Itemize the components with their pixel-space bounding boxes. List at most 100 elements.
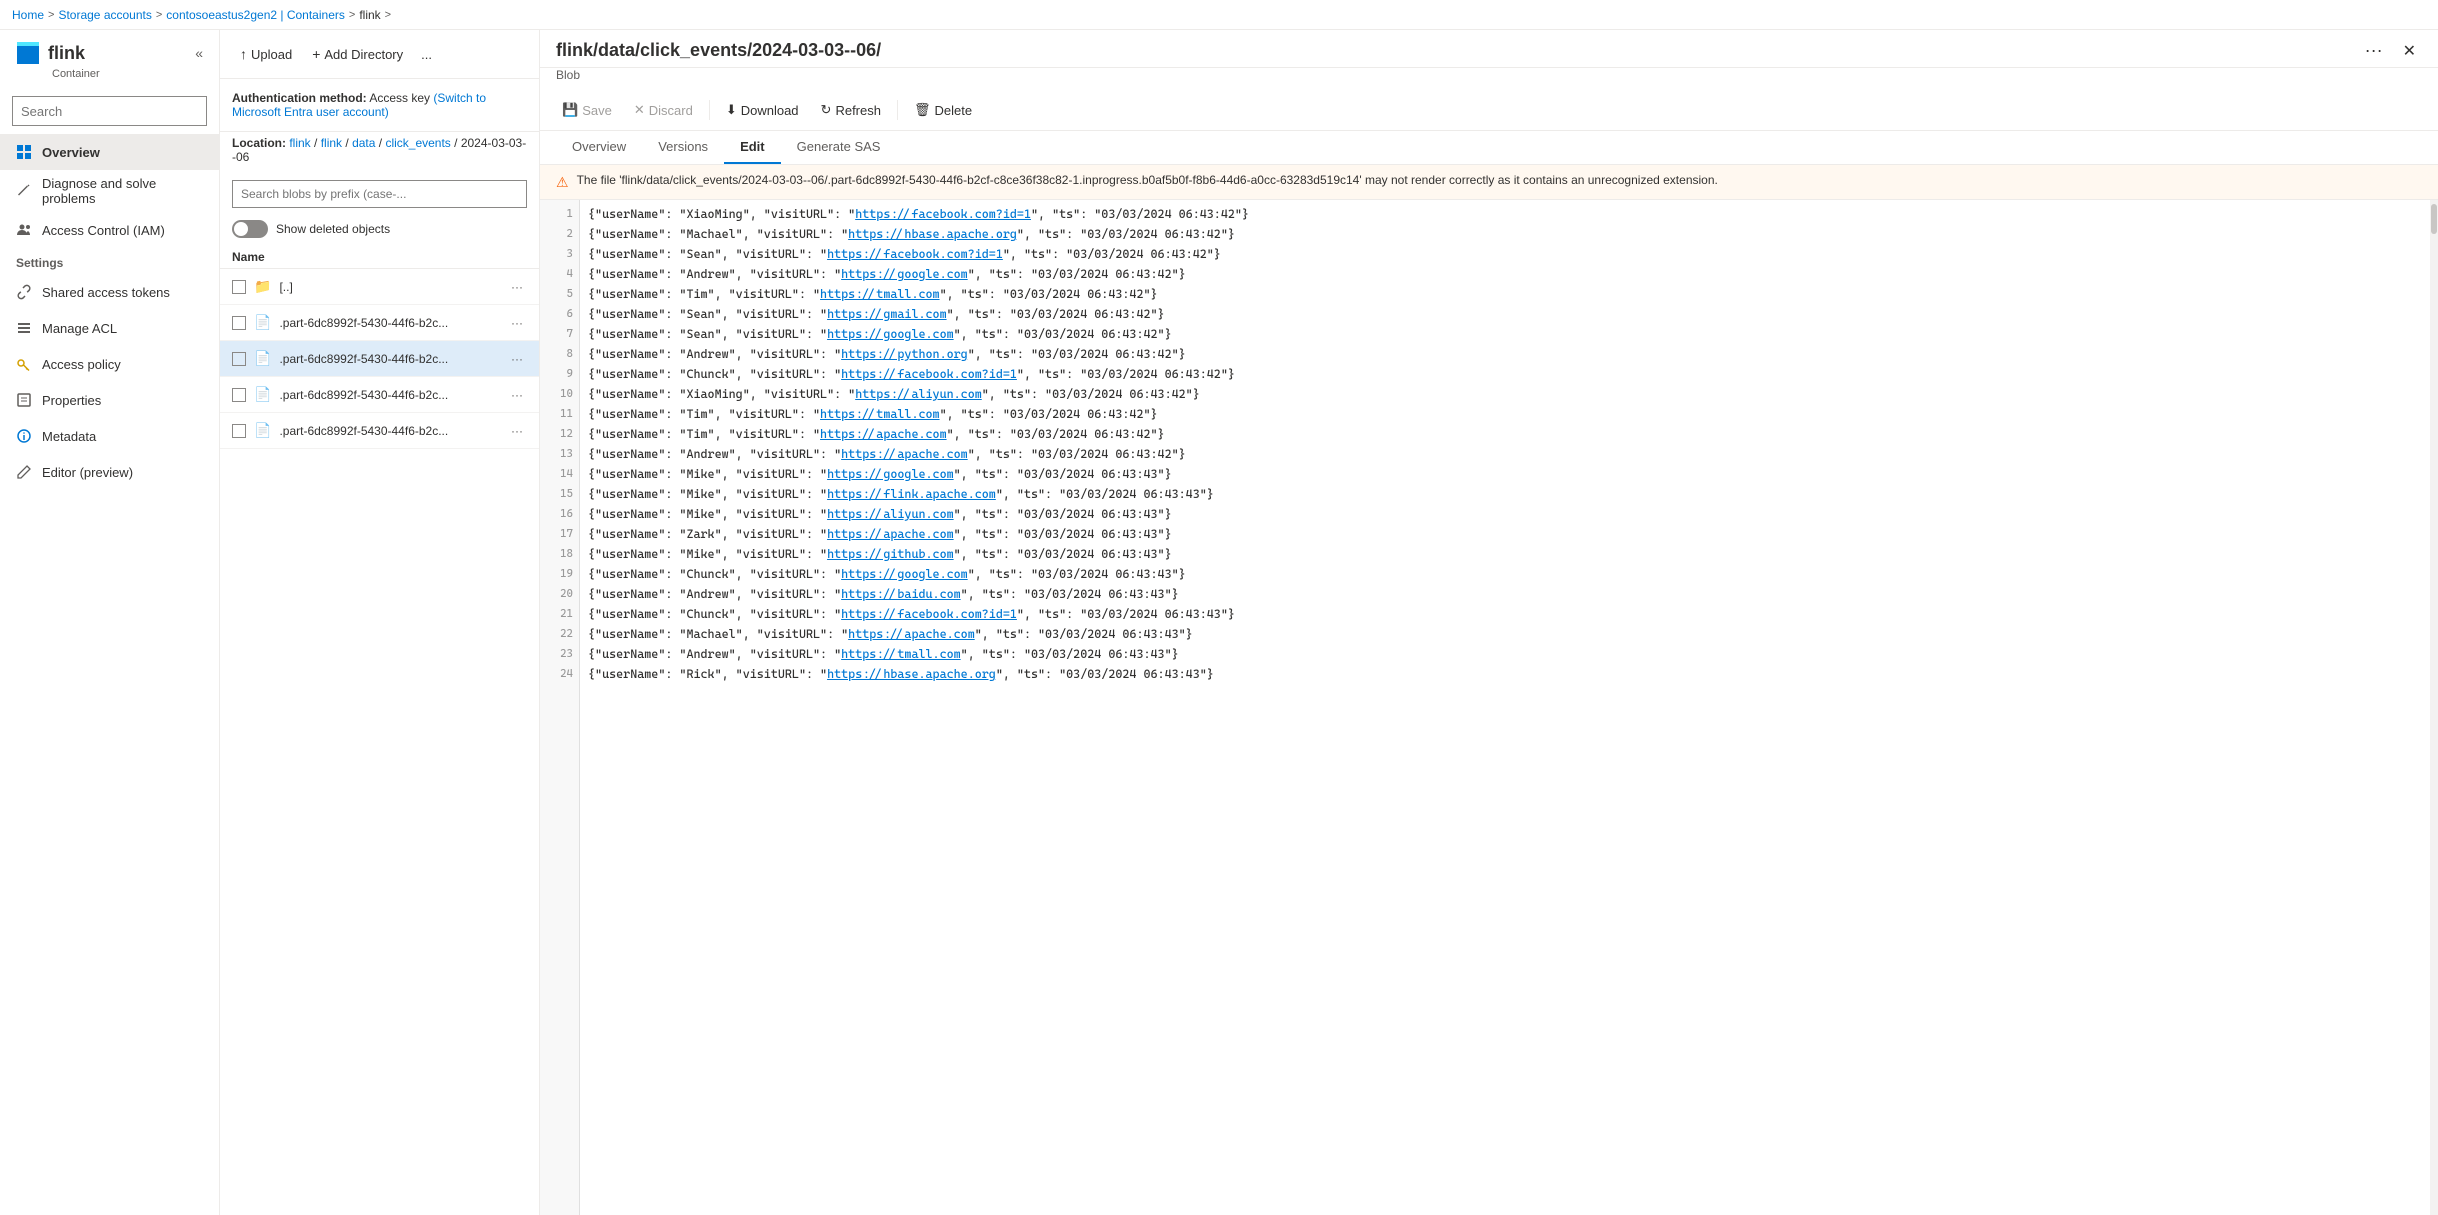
grid-icon <box>16 144 32 160</box>
location-click-events[interactable]: click_events <box>385 136 450 150</box>
code-url-link[interactable]: https://facebook.com?id=1 <box>827 247 1003 261</box>
tab-overview[interactable]: Overview <box>556 131 642 164</box>
sidebar-item-manage-acl[interactable]: Manage ACL <box>0 310 219 346</box>
download-button[interactable]: ⬇ Download <box>716 94 809 126</box>
right-close-button[interactable]: ✕ <box>2397 39 2422 63</box>
code-url-link[interactable]: https://flink.apache.com <box>827 487 996 501</box>
code-url-link[interactable]: https://tmall.com <box>841 647 961 661</box>
sidebar-item-access-policy[interactable]: Access policy <box>0 346 219 382</box>
list-icon <box>16 320 32 336</box>
tab-generate-sas[interactable]: Generate SAS <box>781 131 897 164</box>
code-url-link[interactable]: https://hbase.apache.org <box>827 667 996 681</box>
code-url-link[interactable]: https://facebook.com?id=1 <box>841 607 1017 621</box>
save-button[interactable]: 💾 Save <box>552 94 622 126</box>
code-url-link[interactable]: https://gmail.com <box>827 307 947 321</box>
refresh-button[interactable]: ↻ Refresh <box>811 94 891 126</box>
code-url-link[interactable]: https://apache.com <box>827 527 954 541</box>
sidebar-header: flink « <box>0 30 219 68</box>
code-url-link[interactable]: https://aliyun.com <box>855 387 982 401</box>
file-item-3[interactable]: 📄 .part-6dc8992f-5430-44f6-b2c... ··· <box>220 377 539 413</box>
file-checkbox-1[interactable] <box>232 316 246 330</box>
code-url-link[interactable]: https://google.com <box>841 567 968 581</box>
code-url-link[interactable]: https://apache.com <box>841 447 968 461</box>
file-item-2[interactable]: 📄 .part-6dc8992f-5430-44f6-b2c... ··· <box>220 341 539 377</box>
sidebar-item-diagnose[interactable]: Diagnose and solve problems <box>0 170 219 212</box>
scrollbar-thumb <box>2431 204 2437 234</box>
file-checkbox-2[interactable] <box>232 352 246 366</box>
search-blob-input[interactable] <box>232 180 527 208</box>
sidebar-collapse-btn[interactable]: « <box>195 45 203 61</box>
add-directory-button[interactable]: + Add Directory <box>304 38 411 70</box>
file-more-1[interactable]: ··· <box>507 314 527 332</box>
tab-versions[interactable]: Versions <box>642 131 724 164</box>
location-flink1[interactable]: flink <box>289 136 310 150</box>
line-number-16: 16 <box>560 504 573 524</box>
line-number-22: 22 <box>560 624 573 644</box>
line-number-12: 12 <box>560 424 573 444</box>
sidebar-item-properties-label: Properties <box>42 393 101 408</box>
line-number-7: 7 <box>567 324 573 344</box>
sidebar-item-editor[interactable]: Editor (preview) <box>0 454 219 490</box>
sidebar-item-overview[interactable]: Overview <box>0 134 219 170</box>
code-url-link[interactable]: https://google.com <box>827 327 954 341</box>
sidebar-item-access-policy-label: Access policy <box>42 357 121 372</box>
toolbar-separator-1 <box>709 100 710 120</box>
scrollbar[interactable] <box>2430 200 2438 1215</box>
file-more-4[interactable]: ··· <box>507 422 527 440</box>
code-line-2: {"userName": "Machael", "visitURL": "htt… <box>588 224 2422 244</box>
upload-button[interactable]: ↑ Upload <box>232 38 300 70</box>
code-url-link[interactable]: https://github.com <box>827 547 954 561</box>
sidebar: flink « Container Overview Diagnose and … <box>0 30 220 1215</box>
file-item-4[interactable]: 📄 .part-6dc8992f-5430-44f6-b2c... ··· <box>220 413 539 449</box>
file-more-2[interactable]: ··· <box>507 350 527 368</box>
breadcrumb-home[interactable]: Home <box>12 8 44 22</box>
code-line-16: {"userName": "Mike", "visitURL": "https:… <box>588 504 2422 524</box>
location-flink2[interactable]: flink <box>321 136 342 150</box>
file-checkbox-4[interactable] <box>232 424 246 438</box>
file-name-1: .part-6dc8992f-5430-44f6-b2c... <box>279 316 499 330</box>
code-line-20: {"userName": "Andrew", "visitURL": "http… <box>588 584 2422 604</box>
file-more-parent[interactable]: ··· <box>507 278 527 296</box>
sidebar-item-access-control-label: Access Control (IAM) <box>42 223 165 238</box>
code-url-link[interactable]: https://tmall.com <box>820 407 940 421</box>
tab-edit[interactable]: Edit <box>724 131 781 164</box>
location-data[interactable]: data <box>352 136 375 150</box>
file-checkbox-parent[interactable] <box>232 280 246 294</box>
code-url-link[interactable]: https://google.com <box>841 267 968 281</box>
delete-button[interactable]: 🗑 Delete <box>904 94 982 126</box>
sidebar-item-properties[interactable]: Properties <box>0 382 219 418</box>
search-blob-container <box>220 172 539 216</box>
middle-more-button[interactable]: ... <box>415 38 438 70</box>
sidebar-item-manage-acl-label: Manage ACL <box>42 321 117 336</box>
code-url-link[interactable]: https://tmall.com <box>820 287 940 301</box>
breadcrumb-storage-accounts[interactable]: Storage accounts <box>58 8 151 22</box>
breadcrumb-containers[interactable]: contosoeastus2gen2 | Containers <box>166 8 345 22</box>
sidebar-item-access-control[interactable]: Access Control (IAM) <box>0 212 219 248</box>
show-deleted-toggle[interactable] <box>232 220 268 238</box>
code-url-link[interactable]: https://apache.com <box>848 627 975 641</box>
properties-icon <box>16 392 32 408</box>
sidebar-item-metadata[interactable]: Metadata <box>0 418 219 454</box>
file-item-1[interactable]: 📄 .part-6dc8992f-5430-44f6-b2c... ··· <box>220 305 539 341</box>
show-deleted-label: Show deleted objects <box>276 222 390 236</box>
file-item-parent[interactable]: 📁 [..] ··· <box>220 269 539 305</box>
code-line-8: {"userName": "Andrew", "visitURL": "http… <box>588 344 2422 364</box>
code-url-link[interactable]: https://facebook.com?id=1 <box>855 207 1031 221</box>
sidebar-item-shared-access-tokens[interactable]: Shared access tokens <box>0 274 219 310</box>
code-url-link[interactable]: https://baidu.com <box>841 587 961 601</box>
code-url-link[interactable]: https://google.com <box>827 467 954 481</box>
right-more-button[interactable]: ··· <box>2359 38 2389 63</box>
file-more-3[interactable]: ··· <box>507 386 527 404</box>
file-checkbox-3[interactable] <box>232 388 246 402</box>
code-content[interactable]: {"userName": "XiaoMing", "visitURL": "ht… <box>580 200 2430 1215</box>
discard-button[interactable]: ✕ Discard <box>624 94 703 126</box>
code-url-link[interactable]: https://python.org <box>841 347 968 361</box>
container-icon <box>16 42 40 64</box>
code-url-link[interactable]: https://aliyun.com <box>827 507 954 521</box>
line-number-15: 15 <box>560 484 573 504</box>
code-url-link[interactable]: https://apache.com <box>820 427 947 441</box>
code-url-link[interactable]: https://facebook.com?id=1 <box>841 367 1017 381</box>
sidebar-search-input[interactable] <box>12 96 207 126</box>
code-url-link[interactable]: https://hbase.apache.org <box>848 227 1017 241</box>
code-line-24: {"userName": "Rick", "visitURL": "https:… <box>588 664 2422 684</box>
